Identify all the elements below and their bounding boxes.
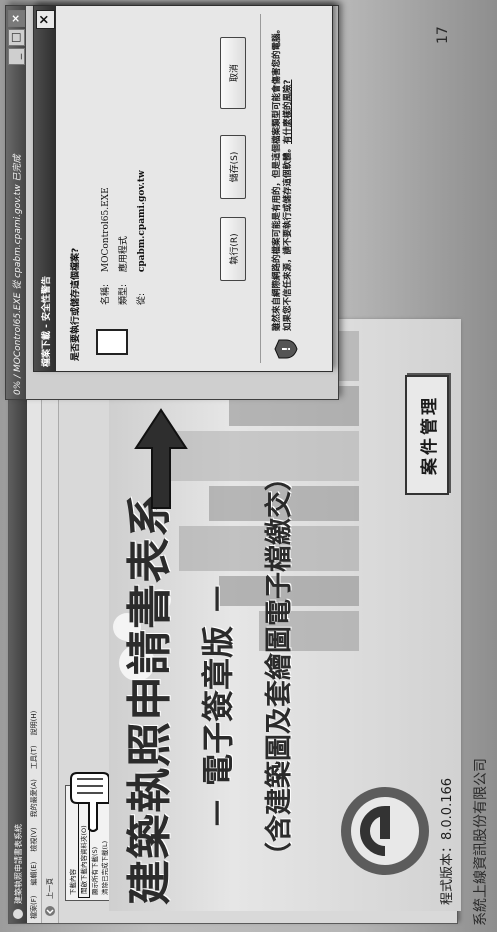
menu-help[interactable]: 說明(H) (29, 711, 39, 736)
page-number: 17 (435, 26, 451, 44)
file-source-label: 從: (137, 292, 147, 305)
toolbar: 上一頁 (42, 323, 59, 923)
download-titlebar: 0% / MOControl65.EXE 從 cpabm.cpami.gov.t… (6, 6, 26, 399)
security-warning-dialog: 檔案下載 - 安全性警告 × 是否要執行或儲存這個檔案? 名稱: MOContr… (33, 5, 333, 372)
dialog-divider (260, 14, 261, 363)
splash-note: （含建築圖及套繪圖電子檔繳交） (264, 464, 295, 869)
hand-pointer-icon (70, 772, 110, 832)
save-button[interactable]: 儲存(S) (220, 135, 246, 199)
file-source-value: cpabm.cpami.gov.tw (137, 170, 147, 273)
photographed-slide: 建築執照申請書表系統 _ □ × 檔案(F) 編輯(E) 檢視(V) 我的最愛(… (0, 0, 497, 932)
dialog-title: 檔案下載 - 安全性警告 (41, 275, 52, 367)
run-button[interactable]: 執行(R) (220, 217, 246, 281)
file-type-row: 類型: 應用程式 (116, 236, 129, 305)
splash-subtitle: － 電子簽章版 － (199, 582, 237, 829)
app-window: 建築執照申請書表系統 _ □ × 檔案(F) 編輯(E) 檢視(V) 我的最愛(… (8, 319, 461, 924)
dialog-titlebar: 檔案下載 - 安全性警告 × (34, 6, 56, 371)
file-name-row: 名稱: MOControl65.EXE (98, 187, 111, 305)
dialog-close-button[interactable]: × (35, 10, 55, 29)
risk-link[interactable]: 有什麼樣的風險? (283, 80, 293, 144)
back-label[interactable]: 上一頁 (45, 878, 55, 899)
splash-title: 建築執照申請書表系 (123, 490, 176, 905)
company-footer: 系統上線資訊股份有限公司 (473, 758, 489, 926)
file-icon (96, 329, 128, 355)
cancel-button[interactable]: 取消 (220, 37, 246, 109)
maximize-button[interactable]: □ (7, 29, 25, 46)
menu-favorites[interactable]: 我的最愛(A) (29, 779, 39, 817)
menu-file[interactable]: 檔案(F) (29, 896, 39, 920)
menu-edit[interactable]: 編輯(E) (29, 862, 39, 886)
logo-icon (341, 787, 429, 875)
dialog-question: 是否要執行或儲存這個檔案? (71, 247, 81, 361)
app-titlebar: 建築執照申請書表系統 _ □ × (9, 323, 27, 923)
file-source-row: 從: cpabm.cpami.gov.tw (134, 170, 147, 305)
minimize-button[interactable]: _ (7, 48, 25, 65)
svg-text:!: ! (280, 346, 293, 351)
file-name-label: 名稱: (101, 283, 111, 305)
app-icon (13, 909, 23, 919)
warning-text: 雖然來自網際網路的檔案可能是有用的，但是這個檔案類型可能會傷害您的電腦。如果您不… (272, 19, 294, 331)
case-management-button[interactable]: 案件管理 (405, 375, 449, 495)
back-icon[interactable] (44, 905, 56, 917)
warning-body: 雖然來自網際網路的檔案可能是有用的，但是這個檔案類型可能會傷害您的電腦。如果您不… (272, 24, 293, 331)
file-type-value: 應用程式 (119, 236, 129, 273)
menu-bar: 檔案(F) 編輯(E) 檢視(V) 我的最愛(A) 工具(T) 說明(H) (27, 323, 42, 923)
download-title: 0% / MOControl65.EXE 從 cpabm.cpami.gov.t… (12, 154, 23, 395)
file-type-label: 類型: (119, 283, 129, 305)
menu-view[interactable]: 檢視(V) (29, 827, 39, 851)
shield-icon: ! (274, 339, 298, 359)
app-title: 建築執照申請書表系統 (13, 824, 23, 904)
close-button[interactable]: × (7, 10, 25, 27)
arrow-icon (134, 408, 188, 509)
version-label: 程式版本：8.0.0.166 (440, 777, 455, 905)
menu-tools[interactable]: 工具(T) (29, 745, 39, 769)
file-name-value: MOControl65.EXE (101, 187, 111, 273)
